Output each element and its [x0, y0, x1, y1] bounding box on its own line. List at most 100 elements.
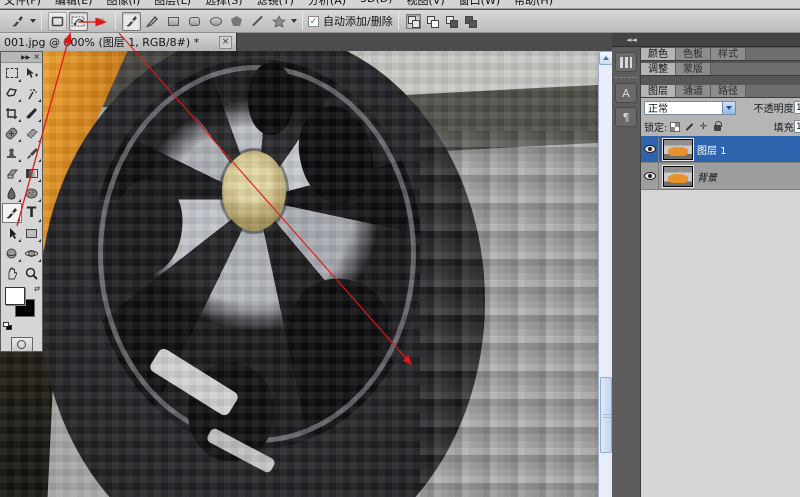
quick-mask-button[interactable]: [10, 337, 33, 352]
tab-adjustments[interactable]: 调整: [641, 63, 676, 75]
lock-transparency-icon[interactable]: [670, 121, 681, 132]
close-palette-icon[interactable]: ×: [33, 53, 40, 61]
polygon-tool-button[interactable]: [227, 12, 246, 31]
crop-tool[interactable]: [2, 103, 22, 123]
paths-mode-button[interactable]: [69, 11, 88, 31]
vertical-scrollbar[interactable]: [598, 51, 613, 497]
tab-swatches[interactable]: 色板: [676, 48, 711, 60]
blur-tool[interactable]: [2, 183, 22, 203]
menu-help[interactable]: 帮助(H): [514, 0, 553, 8]
menu-layer[interactable]: 图层(L): [154, 0, 191, 8]
menu-filter[interactable]: 滤镜(T): [257, 0, 294, 8]
document-tab[interactable]: 001.jpg @ 800% (图层 1, RGB/8#) * ×: [0, 33, 237, 51]
shape-options-caret-icon[interactable]: [291, 19, 297, 23]
lock-position-icon[interactable]: ✛: [698, 122, 708, 132]
lock-pixels-icon[interactable]: [684, 122, 694, 132]
line-tool-button[interactable]: [248, 12, 267, 31]
menu-analysis[interactable]: 分析(A): [308, 0, 346, 8]
menu-image[interactable]: 图像(I): [106, 0, 140, 8]
magic-wand-tool[interactable]: [22, 83, 42, 103]
intersect-path-areas-button[interactable]: [444, 14, 459, 29]
gradient-tool[interactable]: [22, 163, 42, 183]
blend-mode-select[interactable]: 正常: [644, 100, 736, 115]
lock-all-icon[interactable]: [712, 121, 722, 132]
brushes-panel-button[interactable]: [615, 52, 637, 72]
tab-paths[interactable]: 路径: [711, 85, 746, 97]
menu-file[interactable]: 文件(F): [4, 0, 41, 8]
rectangle-shape-tool[interactable]: [22, 223, 42, 243]
scroll-up-button[interactable]: [599, 51, 613, 65]
ellipse-tool-button[interactable]: [206, 12, 225, 31]
separator: [115, 12, 116, 30]
rounded-rectangle-tool-button[interactable]: [185, 12, 204, 31]
menu-select[interactable]: 选择(S): [205, 0, 243, 8]
fill-pixels-mode-button[interactable]: [90, 12, 109, 31]
3d-orbit-tool[interactable]: [22, 243, 42, 263]
add-to-path-area-button[interactable]: [405, 13, 421, 29]
3d-rotate-tool[interactable]: [2, 243, 22, 263]
image-canvas[interactable]: [0, 51, 598, 497]
layer-thumbnail[interactable]: [662, 137, 694, 161]
exclude-overlapping-areas-button[interactable]: [463, 14, 478, 29]
patch-tool[interactable]: [22, 123, 42, 143]
visibility-cell[interactable]: [641, 136, 659, 162]
menu-edit[interactable]: 编辑(E): [55, 0, 93, 8]
swap-colors-icon[interactable]: ⇄: [34, 285, 40, 293]
character-panel-button[interactable]: A: [615, 83, 637, 103]
tab-masks[interactable]: 蒙版: [676, 63, 711, 75]
brush-tool[interactable]: [22, 143, 42, 163]
fill-pixels-icon: [95, 17, 104, 25]
layer-name[interactable]: 图层 1: [697, 142, 727, 157]
layers-panel: 正常 不透明度: 1 锁定: ✛ 填充: 1: [641, 98, 800, 190]
menu-3d[interactable]: 3D(D): [360, 0, 393, 8]
visibility-cell[interactable]: [641, 163, 659, 189]
tab-color[interactable]: 颜色: [641, 48, 676, 60]
eraser-tool[interactable]: [2, 163, 22, 183]
adjustments-panel-tabs: 调整 蒙版: [641, 63, 800, 76]
layer-thumbnail[interactable]: [662, 164, 694, 188]
foreground-color-swatch[interactable]: [5, 287, 25, 305]
type-tool[interactable]: T: [22, 203, 42, 223]
pen-tool[interactable]: [1, 203, 22, 223]
blur-icon: [7, 186, 16, 200]
line-icon: [252, 15, 263, 27]
rectangle-tool-button[interactable]: [164, 12, 183, 31]
tab-channels[interactable]: 通道: [676, 85, 711, 97]
sponge-tool[interactable]: [22, 183, 42, 203]
custom-shape-tool-button[interactable]: [269, 12, 288, 31]
tab-styles[interactable]: 样式: [711, 48, 746, 60]
auto-add-delete-checkbox[interactable]: ✓: [308, 15, 319, 27]
shape-layers-mode-button[interactable]: [48, 11, 67, 31]
tool-preset-pen-icon[interactable]: [8, 12, 27, 31]
freeform-pen-tool-button[interactable]: [143, 12, 162, 31]
separator: [397, 12, 399, 30]
layer-row-background[interactable]: 背景: [641, 163, 800, 190]
eyedropper-tool[interactable]: [22, 103, 42, 123]
layer-row-layer1[interactable]: 图层 1: [641, 136, 800, 163]
menu-window[interactable]: 窗口(W): [459, 0, 500, 8]
scrollbar-thumb[interactable]: [600, 377, 612, 453]
preset-caret-icon[interactable]: [30, 19, 36, 23]
fill-value-field[interactable]: 1: [794, 120, 800, 133]
zoom-tool[interactable]: [22, 263, 42, 283]
lasso-tool[interactable]: [2, 83, 22, 103]
paragraph-panel-button[interactable]: ¶: [615, 107, 637, 127]
collapse-dock-icon[interactable]: ◄◄: [626, 36, 637, 44]
layer-name[interactable]: 背景: [697, 169, 717, 184]
healing-brush-tool[interactable]: [2, 123, 22, 143]
subtract-from-path-area-button[interactable]: [425, 14, 440, 29]
menu-view[interactable]: 视图(V): [407, 0, 445, 8]
path-selection-tool[interactable]: [2, 223, 22, 243]
auto-add-delete-label: 自动添加/删除: [323, 15, 393, 28]
opacity-value-field[interactable]: 1: [794, 101, 800, 114]
hand-tool[interactable]: [2, 263, 22, 283]
marquee-tool[interactable]: [2, 63, 22, 83]
pen-tool-button[interactable]: [122, 11, 141, 31]
tab-layers[interactable]: 图层: [641, 85, 676, 97]
clone-stamp-tool[interactable]: [2, 143, 22, 163]
collapse-palette-icon[interactable]: ▶▶: [21, 54, 30, 61]
move-tool[interactable]: [22, 63, 42, 83]
default-colors-icon[interactable]: [3, 322, 13, 331]
color-swatches: ⇄: [1, 285, 42, 333]
close-tab-icon[interactable]: ×: [219, 35, 232, 49]
